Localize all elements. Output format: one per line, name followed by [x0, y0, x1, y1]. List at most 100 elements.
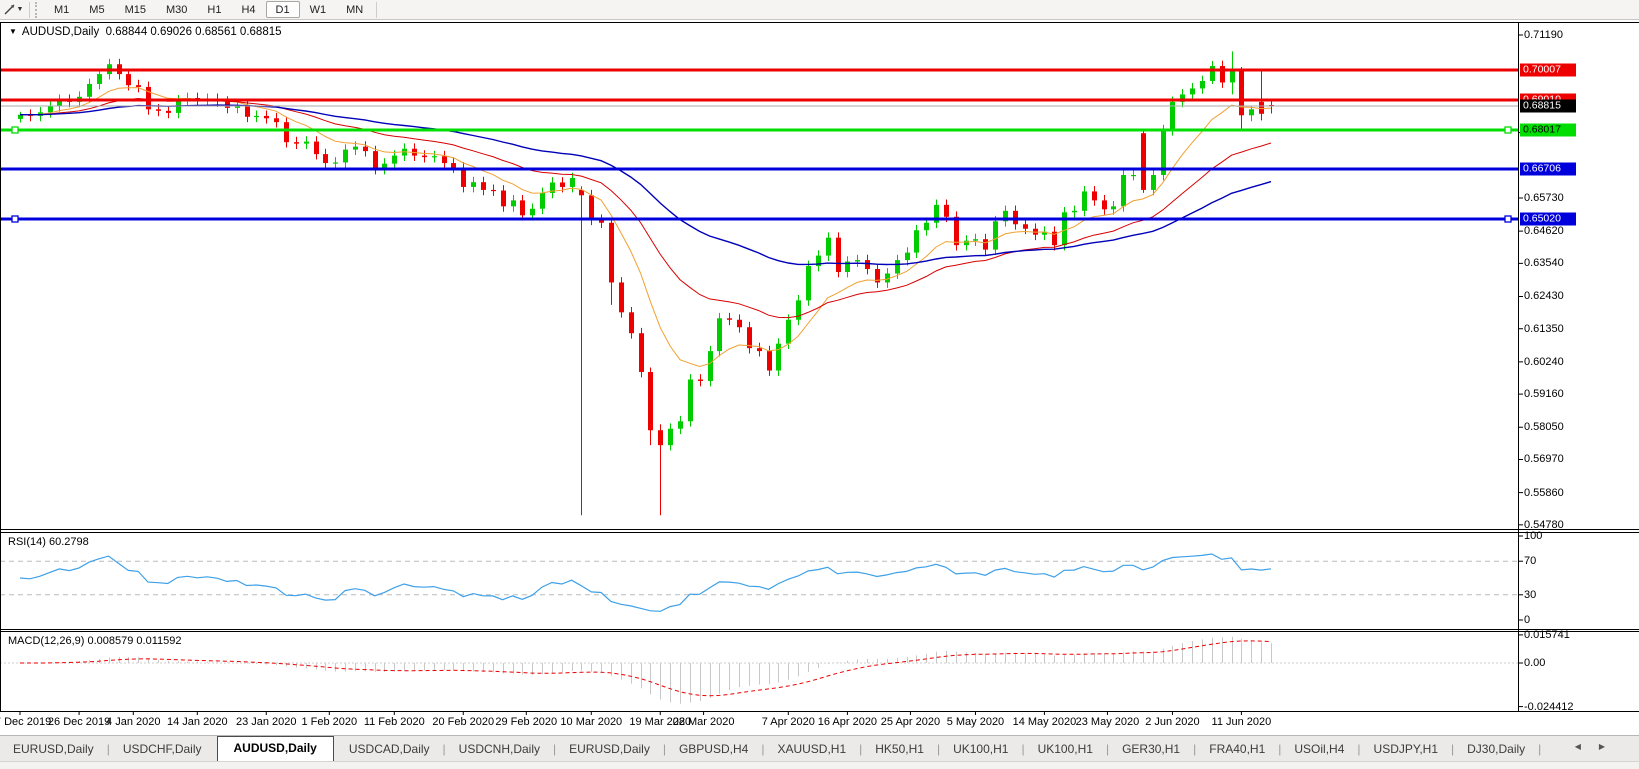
candle-body — [284, 122, 289, 142]
candle-body — [944, 205, 949, 217]
candle-body — [1141, 133, 1146, 190]
candle-body — [1230, 71, 1235, 83]
candle-body — [136, 85, 141, 87]
candle-body — [274, 118, 279, 122]
candle-body — [1151, 175, 1156, 190]
candle-body — [973, 239, 978, 240]
candle-body — [1082, 191, 1087, 210]
chart-tab-bar: EURUSD,Daily|USDCHF,DailyAUDUSD,DailyUSD… — [0, 735, 1639, 761]
candle-body — [1190, 88, 1195, 94]
tab-eurusd-daily[interactable]: EURUSD,Daily — [0, 738, 107, 761]
candle-body — [717, 318, 722, 351]
tab-xauusd-h1[interactable]: XAUUSD,H1 — [764, 738, 859, 761]
candle-body — [235, 106, 240, 107]
candle-body — [126, 74, 131, 85]
tab-usoil-h4[interactable]: USOil,H4 — [1281, 738, 1357, 761]
tab-uk100-h1[interactable]: UK100,H1 — [1025, 738, 1106, 761]
tab-gbpusd-h4[interactable]: GBPUSD,H4 — [666, 738, 761, 761]
candle-body — [954, 217, 959, 245]
candle-body — [914, 230, 919, 252]
candle-body — [520, 200, 525, 215]
tab-scroll-left-icon[interactable]: ◀ — [1575, 742, 1581, 751]
candle-body — [511, 200, 516, 206]
hline-handle[interactable] — [12, 216, 18, 222]
candle-body — [294, 142, 299, 143]
chevron-down-icon[interactable]: ▼ — [9, 27, 17, 36]
candle-body — [648, 372, 653, 430]
candles — [18, 51, 1274, 515]
candle-body — [865, 260, 870, 269]
candle-body — [964, 241, 969, 245]
candle-body — [97, 74, 102, 84]
candle-body — [363, 147, 368, 151]
chart-symbol-label: AUDUSD,Daily — [22, 26, 99, 38]
candle-body — [1249, 109, 1254, 115]
candle-body — [668, 429, 673, 445]
candle-body — [1111, 206, 1116, 209]
candle-body — [767, 351, 772, 370]
candle-body — [609, 223, 614, 283]
tab-audusd-daily[interactable]: AUDUSD,Daily — [217, 736, 334, 761]
candle-body — [254, 116, 259, 117]
candle-body — [166, 111, 171, 113]
candle-body — [432, 156, 437, 157]
candle-body — [1062, 212, 1067, 245]
tab-dj30-daily[interactable]: DJ30,Daily — [1454, 738, 1538, 761]
candle-body — [570, 178, 575, 187]
rsi-panel — [0, 554, 1518, 611]
candle-body — [1072, 211, 1077, 212]
tab-eurusd-daily[interactable]: EURUSD,Daily — [556, 738, 663, 761]
candle-body — [1131, 175, 1136, 176]
tab-scroll-right-icon[interactable]: ▶ — [1599, 742, 1605, 751]
candle-body — [786, 320, 791, 344]
candle-body — [422, 156, 427, 157]
window-resize-strip — [0, 761, 1639, 769]
chart-ohlc-readout: 0.68844 0.69026 0.68561 0.68815 — [106, 26, 282, 38]
tab-fra40-h1[interactable]: FRA40,H1 — [1196, 738, 1278, 761]
candle-body — [708, 351, 713, 381]
candle-body — [727, 318, 732, 319]
hline-handle[interactable] — [12, 127, 18, 133]
candle-body — [1210, 66, 1215, 81]
panel-borders — [0, 22, 1639, 715]
candle-body — [1102, 200, 1107, 209]
candle-body — [629, 312, 634, 333]
candle-body — [826, 238, 831, 256]
tab-hk50-h1[interactable]: HK50,H1 — [862, 738, 937, 761]
candle-body — [993, 221, 998, 249]
candle-body — [373, 151, 378, 169]
candle-body — [530, 209, 535, 216]
candle-body — [1023, 224, 1028, 228]
chart-title: ▼ AUDUSD,Daily 0.68844 0.69026 0.68561 0.… — [9, 26, 282, 38]
candle-body — [333, 162, 338, 163]
candle-body — [304, 142, 309, 144]
candle-body — [501, 191, 506, 207]
candle-body — [353, 147, 358, 150]
tab-ger30-h1[interactable]: GER30,H1 — [1109, 738, 1193, 761]
tab-uk100-h1[interactable]: UK100,H1 — [940, 738, 1021, 761]
rsi-line — [20, 554, 1271, 611]
tab-usdjpy-h1[interactable]: USDJPY,H1 — [1361, 738, 1451, 761]
tab-usdcad-daily[interactable]: USDCAD,Daily — [336, 738, 443, 761]
candle-body — [688, 379, 693, 421]
candle-body — [619, 282, 624, 312]
tab-usdchf-daily[interactable]: USDCHF,Daily — [110, 738, 215, 761]
candle-body — [737, 320, 742, 327]
candle-body — [156, 109, 161, 110]
tab-usdcnh-daily[interactable]: USDCNH,Daily — [446, 738, 553, 761]
candle-body — [924, 223, 929, 230]
macd-panel — [0, 637, 1518, 704]
candle-body — [264, 116, 269, 118]
candle-body — [855, 260, 860, 261]
hline-handle[interactable] — [1505, 127, 1511, 133]
candle-body — [806, 266, 811, 300]
chart-canvas[interactable] — [0, 0, 1639, 769]
rsi-indicator-label: RSI(14) 60.2798 — [8, 536, 89, 548]
candle-body — [776, 344, 781, 371]
hline-handle[interactable] — [1505, 216, 1511, 222]
tab-scroll-arrows: ◀ ▶ — [1575, 742, 1605, 751]
candle-body — [540, 193, 545, 209]
candle-body — [392, 156, 397, 164]
candle-body — [48, 106, 53, 112]
candle-body — [1121, 175, 1126, 206]
